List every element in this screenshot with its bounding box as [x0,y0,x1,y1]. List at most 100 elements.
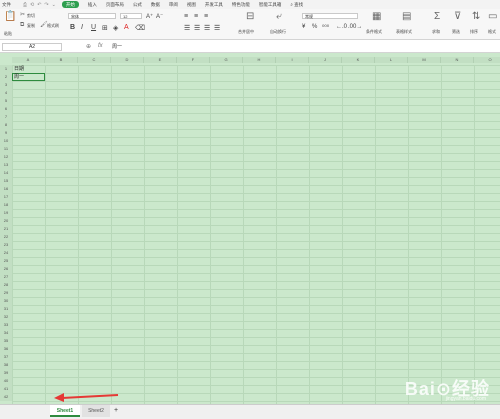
paste-icon[interactable]: 📋 [4,12,16,22]
row-header-38[interactable]: 38 [0,361,12,369]
row-header-37[interactable]: 37 [0,353,12,361]
print-icon[interactable]: ⟲ [30,2,34,8]
save-icon[interactable]: ⎙ [23,2,27,8]
format-label[interactable]: 格式 [488,29,496,35]
row-header-18[interactable]: 18 [0,201,12,209]
align-middle-icon[interactable]: ≡ [194,13,198,20]
zoom-icon[interactable]: ⊕ [86,43,91,50]
column-header-g[interactable]: G [210,57,243,63]
row-header-28[interactable]: 28 [0,281,12,289]
search-box[interactable]: ⌕ 查找 [290,2,303,8]
row-header-34[interactable]: 34 [0,329,12,337]
fx-button[interactable]: fx [98,43,103,49]
tab-page-layout[interactable]: 页面布局 [106,2,124,8]
cut-icon[interactable]: ✂ [20,12,25,18]
tab-data[interactable]: 数据 [151,2,160,8]
row-header-30[interactable]: 30 [0,297,12,305]
row-header-3[interactable]: 3 [0,81,12,89]
column-header-b[interactable]: B [45,57,78,63]
row-header-25[interactable]: 25 [0,257,12,265]
font-color-icon[interactable]: A [124,24,129,31]
row-header-36[interactable]: 36 [0,345,12,353]
format-painter-label[interactable]: 格式刷 [47,23,59,29]
tab-insert[interactable]: 插入 [88,2,97,8]
row-header-42[interactable]: 42 [0,393,12,401]
column-header-f[interactable]: F [177,57,210,63]
column-header-e[interactable]: E [144,57,177,63]
row-header-31[interactable]: 31 [0,305,12,313]
row-header-12[interactable]: 12 [0,153,12,161]
table-style-icon[interactable]: ▤ [402,12,411,22]
tab-home[interactable]: 开始 [61,1,79,8]
row-header-10[interactable]: 10 [0,137,12,145]
percent-button[interactable]: % [312,24,317,30]
row-header-4[interactable]: 4 [0,89,12,97]
row-header-13[interactable]: 13 [0,161,12,169]
row-header-21[interactable]: 21 [0,225,12,233]
row-header-20[interactable]: 20 [0,217,12,225]
table-style-label[interactable]: 表格样式 [396,29,412,35]
underline-button[interactable]: U [91,24,96,31]
align-bottom-icon[interactable]: ≡ [204,13,208,20]
cell-a1[interactable]: 日期 [13,65,24,73]
row-header-6[interactable]: 6 [0,105,12,113]
conditional-format-icon[interactable]: ▦ [372,12,381,22]
add-sheet-button[interactable]: + [112,405,120,417]
sort-icon[interactable]: ⇅ [472,12,480,22]
align-left-icon[interactable]: ☰ [184,24,190,32]
thousands-icon[interactable]: ⁰⁰⁰ [322,24,329,31]
align-right-icon[interactable]: ☰ [204,24,210,32]
row-header-35[interactable]: 35 [0,337,12,345]
name-box[interactable]: A2 [2,43,62,51]
filter-label[interactable]: 筛选 [452,29,460,35]
italic-button[interactable]: I [81,24,83,31]
cell-a2[interactable]: 周一 [13,73,24,81]
sheet-tab-1[interactable]: Sheet1 [50,405,80,417]
row-header-8[interactable]: 8 [0,121,12,129]
column-header-k[interactable]: K [342,57,375,63]
merge-center-label[interactable]: 合并居中 [238,29,254,35]
decrease-font-icon[interactable]: A⁻ [156,13,163,20]
conditional-format-label[interactable]: 条件格式 [366,29,382,35]
spreadsheet-grid[interactable]: ABCDEFGHIJKLMNO 1 2 3 4 5 6 7 8 9 10 11 12 13 14 15 16 1… [0,53,500,404]
row-header-40[interactable]: 40 [0,377,12,385]
wrap-text-icon[interactable]: ⤶ [276,12,282,22]
number-format-select[interactable]: 常规 [302,13,358,19]
tab-formulas[interactable]: 公式 [133,2,142,8]
column-header-i[interactable]: I [276,57,309,63]
row-header-15[interactable]: 15 [0,177,12,185]
increase-decimal-icon[interactable]: ←.0 [336,24,347,30]
bold-button[interactable]: B [70,24,75,31]
column-header-o[interactable]: O [474,57,500,63]
filter-icon[interactable]: ⊽ [454,12,461,22]
row-header-9[interactable]: 9 [0,129,12,137]
format-icon[interactable]: ▭ [488,12,497,22]
cut-label[interactable]: 剪切 [27,13,35,19]
more-icon[interactable]: ⌄ [52,2,56,8]
redo-icon[interactable]: ↷ [44,2,48,8]
tab-smart-tools[interactable]: 智能工具箱 [259,2,282,8]
row-header-17[interactable]: 17 [0,193,12,201]
fill-color-icon[interactable]: ◈ [113,24,118,32]
currency-button[interactable]: ¥ [302,24,305,30]
wrap-text-label[interactable]: 自动换行 [270,29,286,35]
row-header-27[interactable]: 27 [0,273,12,281]
column-header-l[interactable]: L [375,57,408,63]
border-icon[interactable]: ⊞ [102,24,108,32]
copy-icon[interactable]: ⧉ [20,22,24,28]
row-header-32[interactable]: 32 [0,313,12,321]
column-header-h[interactable]: H [243,57,276,63]
tab-view[interactable]: 视图 [187,2,196,8]
menu-file[interactable]: 文件 [2,2,11,8]
column-header-d[interactable]: D [111,57,144,63]
row-header-33[interactable]: 33 [0,321,12,329]
column-header-n[interactable]: N [441,57,474,63]
column-header-c[interactable]: C [78,57,111,63]
justify-icon[interactable]: ☰ [214,24,220,32]
undo-icon[interactable]: ↶ [37,2,41,8]
row-header-41[interactable]: 41 [0,385,12,393]
row-header-14[interactable]: 14 [0,169,12,177]
align-center-icon[interactable]: ☰ [194,24,200,32]
row-header-2[interactable]: 2 [0,73,12,81]
row-header-23[interactable]: 23 [0,241,12,249]
